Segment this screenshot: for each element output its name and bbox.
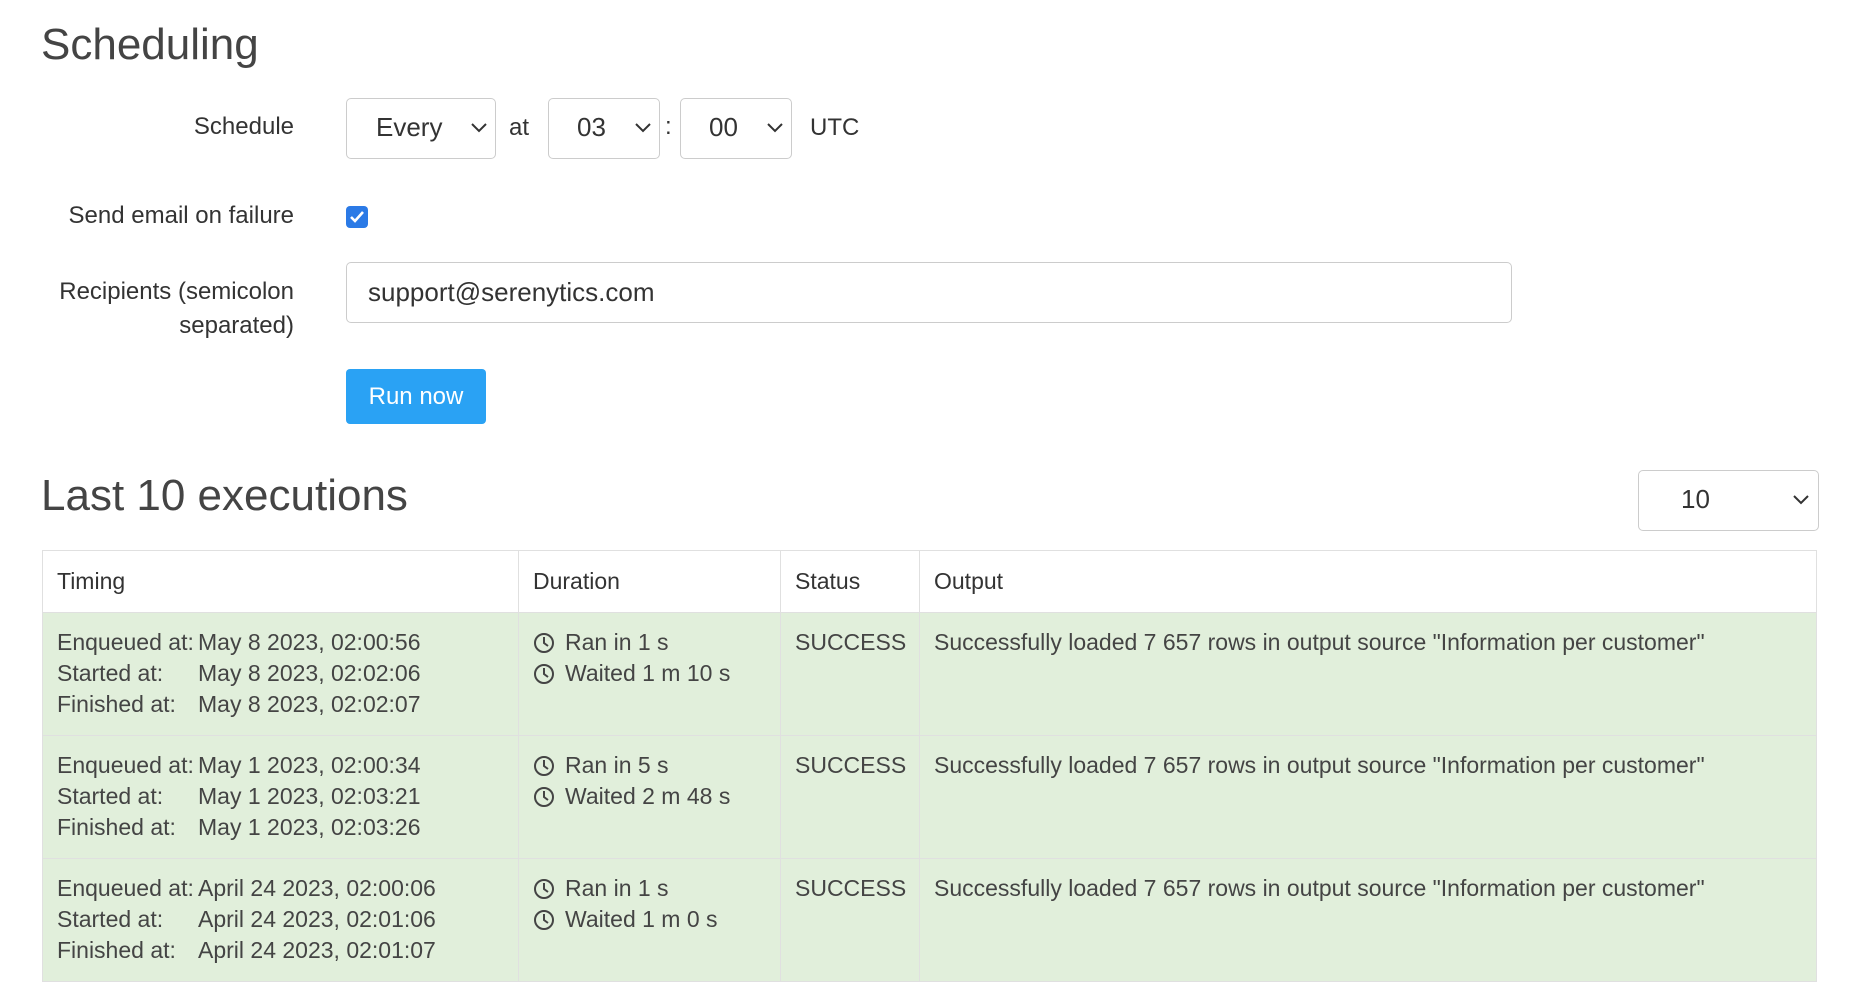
- enqueued-value: April 24 2023, 02:00:06: [198, 875, 436, 901]
- finished-key: Finished at:: [57, 691, 176, 717]
- schedule-label: Schedule: [193, 113, 294, 140]
- timezone-label: UTC: [810, 114, 860, 141]
- ran-duration: Ran in 1 s: [565, 875, 669, 901]
- table-row: Enqueued at: May 1 2023, 02:00:34 Started…: [42, 735, 1817, 859]
- finished-key: Finished at:: [57, 814, 176, 840]
- ran-duration: Ran in 5 s: [565, 752, 669, 778]
- table-header-row: Timing Duration Status Output: [42, 550, 1817, 613]
- table-row: Enqueued at: April 24 2023, 02:00:06 Star…: [42, 858, 1817, 982]
- clock-icon: [534, 632, 554, 653]
- output-cell: Successfully loaded 7 657 rows in output…: [919, 735, 1817, 859]
- scheduling-title: Scheduling: [41, 20, 259, 69]
- output-cell: Successfully loaded 7 657 rows in output…: [919, 858, 1817, 982]
- duration-cell: Ran in 5 s Waited 2 m 48 s: [518, 735, 781, 859]
- recipients-input[interactable]: support@serenytics.com: [346, 262, 1512, 323]
- column-header-timing: Timing: [42, 550, 519, 613]
- enqueued-key: Enqueued at:: [57, 875, 194, 901]
- frequency-select[interactable]: Every: [346, 98, 496, 159]
- run-now-button[interactable]: Run now: [346, 369, 486, 424]
- chevron-down-icon: [1793, 495, 1809, 505]
- chevron-down-icon: [635, 123, 651, 133]
- at-label: at: [509, 114, 530, 141]
- duration-cell: Ran in 1 s Waited 1 m 10 s: [518, 612, 781, 736]
- clock-icon: [534, 786, 554, 807]
- frequency-value: Every: [376, 112, 443, 142]
- hour-select[interactable]: 03: [548, 98, 660, 159]
- recipients-label: Recipients (semicolon separated): [40, 275, 294, 343]
- waited-duration: Waited 2 m 48 s: [565, 783, 731, 809]
- column-header-status: Status: [780, 550, 920, 613]
- recipients-label-line2: separated): [179, 312, 294, 339]
- timing-cell: Enqueued at: May 8 2023, 02:00:56 Started…: [42, 612, 519, 736]
- checkmark-icon: [350, 211, 364, 223]
- chevron-down-icon: [767, 123, 783, 133]
- enqueued-key: Enqueued at:: [57, 629, 194, 655]
- clock-icon: [534, 878, 554, 899]
- time-colon: :: [665, 113, 672, 140]
- started-key: Started at:: [57, 783, 164, 809]
- email-on-failure-checkbox[interactable]: [346, 206, 368, 228]
- enqueued-key: Enqueued at:: [57, 752, 194, 778]
- email-on-failure-label: Send email on failure: [68, 202, 294, 229]
- column-header-output: Output: [919, 550, 1817, 613]
- finished-value: May 1 2023, 02:03:26: [198, 814, 421, 840]
- timing-cell: Enqueued at: May 1 2023, 02:00:34 Started…: [42, 735, 519, 859]
- clock-icon: [534, 755, 554, 776]
- started-key: Started at:: [57, 906, 164, 932]
- duration-cell: Ran in 1 s Waited 1 m 0 s: [518, 858, 781, 982]
- recipients-label-line1: Recipients (semicolon: [59, 278, 294, 305]
- finished-value: May 8 2023, 02:02:07: [198, 691, 421, 717]
- clock-icon: [534, 663, 554, 684]
- started-key: Started at:: [57, 660, 164, 686]
- started-value: May 8 2023, 02:02:06: [198, 660, 421, 686]
- waited-duration: Waited 1 m 10 s: [565, 660, 731, 686]
- executions-title: Last 10 executions: [41, 471, 408, 520]
- started-value: May 1 2023, 02:03:21: [198, 783, 421, 809]
- output-cell: Successfully loaded 7 657 rows in output…: [919, 612, 1817, 736]
- enqueued-value: May 1 2023, 02:00:34: [198, 752, 421, 778]
- table-row: Enqueued at: May 8 2023, 02:00:56 Started…: [42, 612, 1817, 736]
- status-cell: SUCCESS: [780, 612, 920, 736]
- ran-duration: Ran in 1 s: [565, 629, 669, 655]
- chevron-down-icon: [471, 123, 487, 133]
- finished-key: Finished at:: [57, 937, 176, 963]
- executions-table: Timing Duration Status Output Enqueued a…: [42, 550, 1817, 982]
- started-value: April 24 2023, 02:01:06: [198, 906, 436, 932]
- timing-cell: Enqueued at: April 24 2023, 02:00:06 Star…: [42, 858, 519, 982]
- waited-duration: Waited 1 m 0 s: [565, 906, 718, 932]
- finished-value: April 24 2023, 02:01:07: [198, 937, 436, 963]
- executions-count-select[interactable]: 10: [1638, 470, 1819, 531]
- hour-value: 03: [577, 112, 606, 142]
- executions-count-value: 10: [1681, 484, 1710, 514]
- column-header-duration: Duration: [518, 550, 781, 613]
- minute-select[interactable]: 00: [680, 98, 792, 159]
- status-cell: SUCCESS: [780, 735, 920, 859]
- minute-value: 00: [709, 112, 738, 142]
- clock-icon: [534, 909, 554, 930]
- enqueued-value: May 8 2023, 02:00:56: [198, 629, 421, 655]
- status-cell: SUCCESS: [780, 858, 920, 982]
